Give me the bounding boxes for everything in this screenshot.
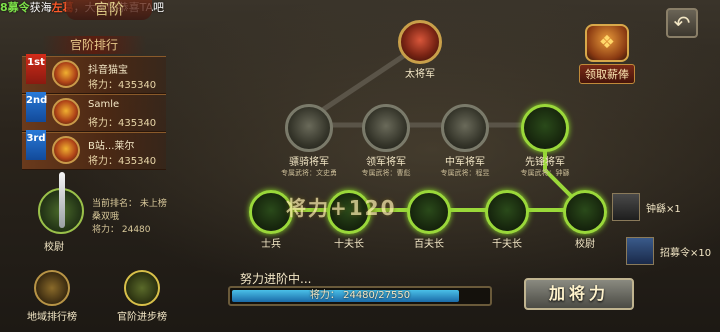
rank-node-commandant[interactable]: 校尉 bbox=[560, 190, 610, 250]
axe-icon bbox=[407, 190, 451, 234]
exclusive-general: 专属武将：程昱 bbox=[440, 169, 490, 177]
rank-label: 士兵 bbox=[261, 239, 281, 250]
rank-label: 千夫长 bbox=[492, 239, 522, 250]
sword-icon bbox=[521, 104, 569, 152]
progress-title: 努力进阶中... bbox=[240, 272, 312, 286]
crossed-weapons-icon bbox=[563, 190, 607, 234]
rank-label: 骠骑将军 bbox=[289, 157, 329, 168]
progress-text: 将力： 24480/27550 bbox=[309, 290, 411, 301]
rank-node-general-2[interactable]: 领军将军 专属武将：曹彪 bbox=[349, 104, 423, 178]
rank-label: 太将军 bbox=[405, 69, 435, 80]
rank-label: 领军将军 bbox=[366, 157, 406, 168]
exclusive-general: 专属武将：钟繇 bbox=[520, 169, 570, 177]
reward-text: 招募令×10 bbox=[660, 248, 712, 259]
exclusive-general: 专属武将：曹彪 bbox=[361, 169, 411, 177]
rank-node-general-3[interactable]: 中军将军 专属武将：程昱 bbox=[428, 104, 502, 178]
general-portrait-icon bbox=[612, 193, 640, 221]
rank-node-general-4[interactable]: 先锋将军 专属武将：钟繇 bbox=[506, 104, 584, 178]
add-power-button[interactable]: 加将力 bbox=[524, 278, 634, 310]
rank-label: 先锋将军 bbox=[525, 157, 565, 168]
crossed-blades-icon bbox=[285, 104, 333, 152]
power-bonus-overlay: 将力+120 bbox=[286, 196, 397, 220]
crossed-swords-icon bbox=[441, 104, 489, 152]
demon-helm-icon bbox=[398, 20, 442, 64]
power-progress-bar: 将力： 24480/27550 bbox=[228, 286, 492, 306]
spears-icon bbox=[362, 104, 410, 152]
rank-node-thousand-captain[interactable]: 千夫长 bbox=[482, 190, 532, 250]
rank-node-hundred-captain[interactable]: 百夫长 bbox=[404, 190, 454, 250]
rank-label: 百夫长 bbox=[414, 239, 444, 250]
rank-node-general-1[interactable]: 骠骑将军 专属武将：文史勇 bbox=[272, 104, 346, 178]
recruit-token-icon bbox=[626, 237, 654, 265]
rank-node-grand-general[interactable]: 太将军 bbox=[394, 20, 446, 80]
exclusive-general: 专属武将：文史勇 bbox=[281, 169, 337, 177]
helmet-icon bbox=[485, 190, 529, 234]
reward-text: 钟繇×1 bbox=[646, 204, 681, 215]
rank-label: 校尉 bbox=[575, 239, 595, 250]
rank-screen: 8募令获海左葛，大家快恭喜TA吧 官阶 ↶ ❖ 领取薪俸 官阶排行 1st 抖音… bbox=[0, 0, 720, 332]
rank-label: 十夫长 bbox=[334, 239, 364, 250]
rank-label: 中军将军 bbox=[445, 157, 485, 168]
